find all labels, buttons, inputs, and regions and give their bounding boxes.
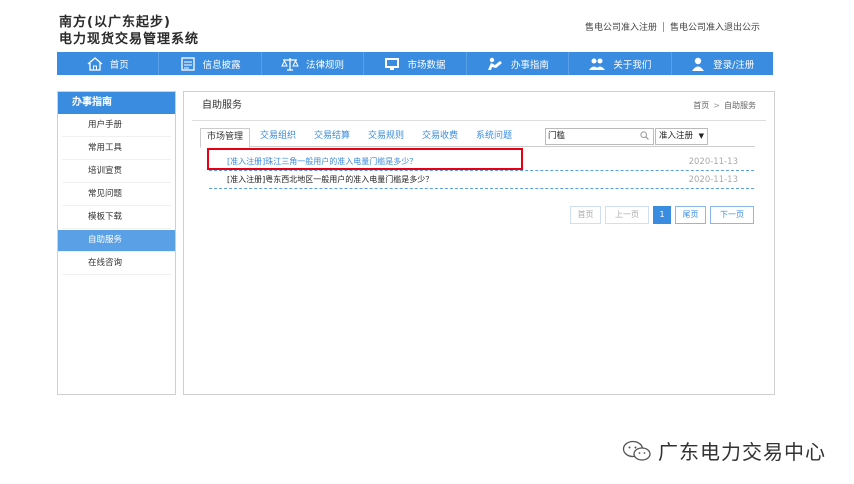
sidebar-heading: 办事指南 [58,92,175,114]
scale-icon [281,57,299,71]
sidebar-item-templates[interactable]: 模板下载 [62,207,171,229]
tab-trade-rules[interactable]: 交易规则 [368,128,404,145]
nav-legal-rules[interactable]: 法律规则 [262,52,365,75]
link-divider [662,21,664,32]
home-icon [87,56,103,71]
wechat-icon [622,440,652,462]
search-input-value: 门槛 [548,131,566,141]
nav-legal-rules-label: 法律规则 [306,59,345,71]
watermark: 广东电力交易中心 [622,436,826,465]
nav-market-data-label: 市场数据 [407,59,446,71]
people-icon [588,57,606,71]
main-panel: 自助服务 首页 > 自助服务 市场管理 交易组织 交易结算 交易规则 交易收费 系统… [183,91,775,395]
category-select-value: 准入注册 [659,131,694,141]
tab-trade-fees[interactable]: 交易收费 [422,128,458,145]
main-nav: 首页 信息披露 法律规则 市场数据 办事指南 关于我们 登录/注册 [57,52,773,75]
nav-disclosure[interactable]: 信息披露 [159,52,262,75]
system-title-line2: 电力现货交易管理系统 [59,32,200,47]
pager-last[interactable]: 尾页 [675,206,706,224]
sidebar-item-online-consult[interactable]: 在线咨询 [62,253,171,275]
pager-current[interactable]: 1 [653,206,671,224]
highlight-box [207,148,523,170]
watermark-text: 广东电力交易中心 [658,440,826,464]
dropdown-arrow-icon: ▼ [698,132,704,140]
nav-guide[interactable]: 办事指南 [467,52,570,75]
pager-prev[interactable]: 上一页 [605,206,649,224]
tab-trade-settlement[interactable]: 交易结算 [314,128,350,145]
breadcrumb-current: 自助服务 [724,101,756,110]
retail-registration-link[interactable]: 售电公司准入注册 [585,20,657,33]
nav-disclosure-label: 信息披露 [202,59,241,71]
main-header: 自助服务 首页 > 自助服务 [192,92,766,121]
nav-home-label: 首页 [109,59,129,71]
pager-next[interactable]: 下一页 [710,206,754,224]
nav-about-label: 关于我们 [613,59,652,71]
nav-login-label: 登录/注册 [713,59,755,71]
nav-market-data[interactable]: 市场数据 [364,52,467,75]
breadcrumb-separator: > [713,101,720,110]
tab-market-management[interactable]: 市场管理 [200,128,251,148]
nav-home[interactable]: 首页 [57,52,160,75]
breadcrumb-home[interactable]: 首页 [693,101,709,110]
list-item-title[interactable]: [准入注册]粤东西北地区一般用户的准入电量门槛是多少？ [227,172,433,188]
nav-login[interactable]: 登录/注册 [672,52,773,75]
sidebar: 办事指南 用户手册 常用工具 培训宣贯 常见问题 模板下载 自助服务 在线咨询 [57,91,176,395]
nav-about[interactable]: 关于我们 [569,52,672,75]
monitor-icon [384,57,400,71]
sidebar-item-training[interactable]: 培训宣贯 [62,161,171,183]
sidebar-item-self-service[interactable]: 自助服务 [58,230,175,252]
list-item[interactable]: [准入注册]粤东西北地区一般用户的准入电量门槛是多少？ 2020-11-13 [209,172,754,189]
sidebar-item-tools[interactable]: 常用工具 [62,138,171,160]
user-icon [690,57,706,71]
list-item-date: 2020-11-13 [688,157,738,167]
top-links: 售电公司准入注册 售电公司准入退出公示 [585,20,760,33]
sidebar-item-user-manual[interactable]: 用户手册 [62,115,171,137]
tab-trade-organization[interactable]: 交易组织 [260,128,296,145]
pager-first[interactable]: 首页 [570,206,601,224]
retail-exit-notice-link[interactable]: 售电公司准入退出公示 [670,20,760,33]
page-title: 自助服务 [202,100,242,111]
tab-system-issues[interactable]: 系统问题 [476,128,512,145]
guide-icon [486,57,504,71]
search-input[interactable]: 门槛 [545,128,654,145]
category-select[interactable]: 准入注册 ▼ [655,128,708,145]
sidebar-item-faq[interactable]: 常见问题 [62,184,171,206]
document-icon [180,56,196,71]
breadcrumb: 首页 > 自助服务 [693,92,756,120]
category-tabs: 市场管理 交易组织 交易结算 交易规则 交易收费 系统问题 门槛 准入注册 ▼ [200,128,755,148]
search-icon[interactable] [640,129,649,144]
nav-guide-label: 办事指南 [510,59,549,71]
list-item-date: 2020-11-13 [688,175,738,185]
